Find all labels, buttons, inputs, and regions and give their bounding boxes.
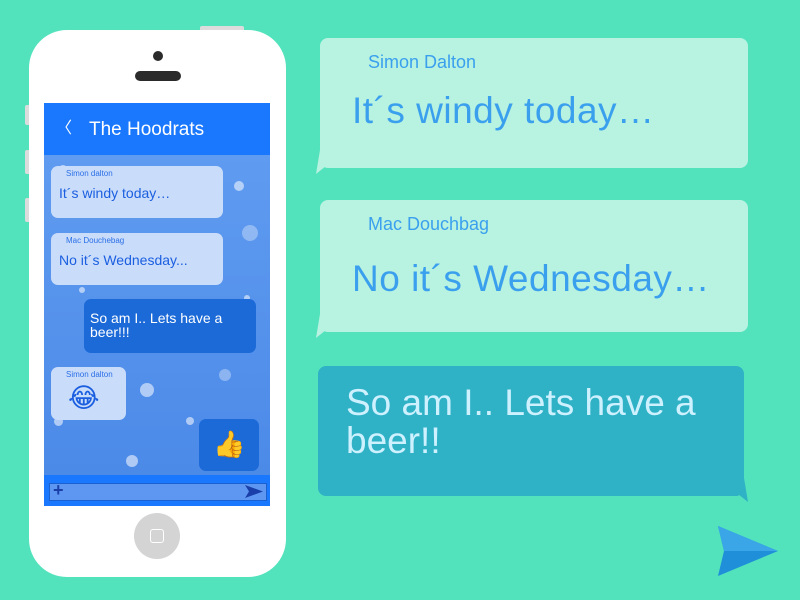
snow-dot	[186, 417, 194, 425]
snow-dot	[79, 287, 85, 293]
chat-message-area[interactable]: Simon dalton It´s windy today… Mac Douch…	[44, 155, 270, 475]
snow-dot	[219, 369, 231, 381]
bubble-tail	[718, 478, 748, 502]
large-message-text: So am I.. Lets have a beer!!	[346, 382, 696, 461]
send-icon[interactable]	[245, 485, 263, 498]
send-icon[interactable]	[718, 526, 778, 576]
message-input-bar: +	[44, 475, 270, 506]
chat-title: The Hoodrats	[89, 119, 205, 140]
message-bubble-incoming[interactable]: Simon dalton It´s windy today…	[51, 166, 223, 218]
snow-dot	[242, 225, 258, 241]
message-bubble-outgoing[interactable]: 👍	[199, 419, 259, 471]
home-button[interactable]	[134, 513, 180, 559]
message-bubble-incoming[interactable]: Simon dalton 😂	[51, 367, 126, 420]
message-sender: Simon dalton	[66, 370, 113, 379]
large-message-bubble-outgoing: So am I.. Lets have a beer!!	[318, 366, 744, 496]
message-bubble-incoming[interactable]: Mac Douchebag No it´s Wednesday...	[51, 233, 223, 285]
phone-screen: 〈 The Hoodrats Simon dalton It´s windy t…	[44, 103, 270, 506]
message-bubble-outgoing[interactable]: So am I.. Lets have a beer!!!	[84, 299, 256, 353]
snow-dot	[140, 383, 154, 397]
large-message-sender: Mac Douchbag	[368, 214, 490, 234]
large-message-sender: Simon Dalton	[368, 52, 477, 72]
large-message-text: It´s windy today…	[352, 90, 655, 131]
earpiece-speaker	[135, 71, 181, 81]
large-message-bubble-incoming: Mac Douchbag No it´s Wednesday…	[320, 200, 748, 332]
bubble-tail	[316, 150, 346, 174]
phone-mockup: 〈 The Hoodrats Simon dalton It´s windy t…	[29, 30, 286, 577]
home-button-icon	[150, 529, 164, 543]
message-input[interactable]	[49, 483, 267, 501]
large-message-bubble-incoming: Simon Dalton It´s windy today…	[320, 38, 748, 168]
chat-header: 〈 The Hoodrats	[44, 103, 270, 155]
plus-icon[interactable]: +	[53, 480, 64, 500]
front-camera	[153, 51, 163, 61]
thumbs-up-emoji-icon: 👍	[213, 429, 246, 459]
tears-of-joy-emoji-icon: 😂	[68, 383, 100, 413]
message-sender: Simon dalton	[66, 169, 113, 178]
large-message-text: No it´s Wednesday…	[352, 258, 710, 299]
message-text: So am I.. Lets have a beer!!!	[90, 310, 223, 340]
message-text: No it´s Wednesday...	[59, 252, 188, 268]
message-sender: Mac Douchebag	[66, 236, 125, 245]
bubble-tail	[316, 314, 346, 338]
snow-dot	[126, 455, 138, 467]
snow-dot	[234, 181, 244, 191]
chevron-left-icon[interactable]: 〈	[56, 120, 72, 138]
message-text: It´s windy today…	[59, 185, 171, 201]
